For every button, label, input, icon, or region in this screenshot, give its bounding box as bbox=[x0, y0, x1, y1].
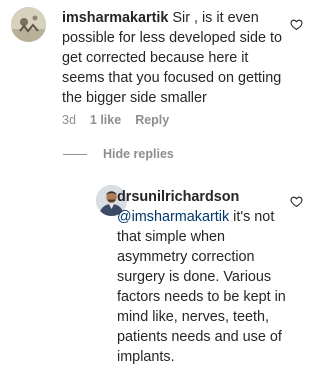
heart-outline-icon[interactable] bbox=[290, 18, 303, 31]
reply-username[interactable]: drsunilrichardson bbox=[117, 189, 239, 205]
hide-replies-label: Hide replies bbox=[103, 147, 174, 161]
comment-meta: 3d 1 like Reply bbox=[62, 113, 183, 127]
profile-photo-icon bbox=[11, 7, 46, 42]
commenter-username[interactable]: imsharmakartik bbox=[62, 10, 168, 26]
hide-replies-button[interactable]: Hide replies bbox=[63, 145, 174, 163]
reply-body: drsunilrichardson @imsharmakartik it's n… bbox=[117, 187, 287, 367]
reply-button[interactable]: Reply bbox=[135, 113, 169, 127]
heart-outline-icon[interactable] bbox=[290, 195, 303, 208]
like-count[interactable]: 1 like bbox=[90, 113, 121, 127]
reply-mention[interactable]: @imsharmakartik bbox=[117, 209, 229, 225]
commenter-avatar[interactable] bbox=[11, 7, 46, 42]
comment-time: 3d bbox=[62, 113, 76, 127]
comment-body: imsharmakartik Sir , is it even possible… bbox=[62, 8, 292, 108]
reply-text: it's not that simple when asymmetry corr… bbox=[117, 209, 286, 365]
divider-line bbox=[63, 153, 87, 155]
